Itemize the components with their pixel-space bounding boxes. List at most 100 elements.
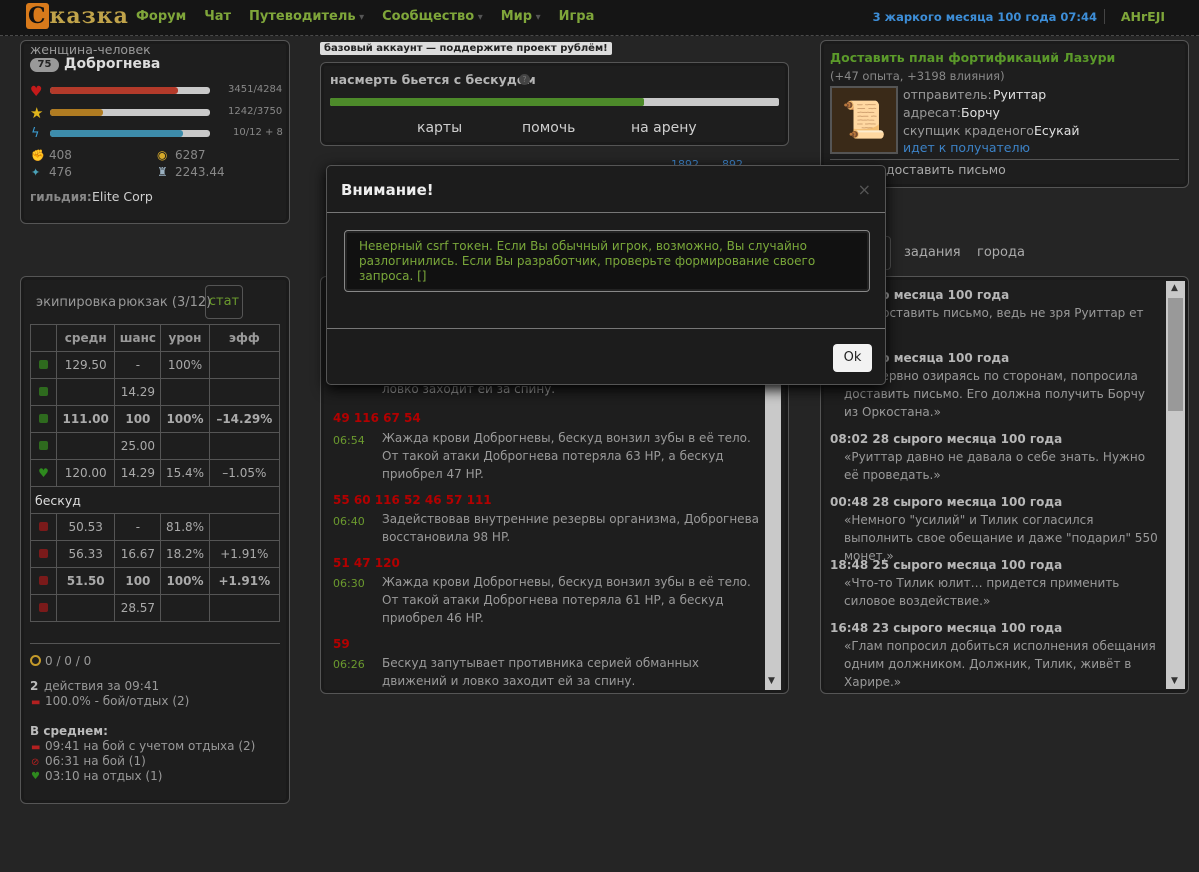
table-row: 56.33 16.67 18.2% +1.91% [30,540,281,568]
magic-power: 476 [49,165,72,179]
guild-name[interactable]: Elite Corp [92,189,153,204]
scroll-icon: 📜 [830,86,898,154]
avg-icon: ♥ [31,771,40,782]
might-value: 2243.44 [175,165,225,179]
donate-banner[interactable]: базовый аккаунт — поддержите проект рубл… [320,42,612,55]
table-row: 28.57 [30,594,281,622]
energy-value: 10/12 + 8 [233,127,283,138]
diary-entry: 18:48 25 сырого месяца 100 года «Что-то … [830,556,1160,610]
top-bar: Сказка Форум Чат Путеводитель Сообщество… [0,0,1199,36]
user-menu[interactable]: AHrEJI [1103,9,1165,24]
ability-icon [39,441,48,450]
error-message: Неверный csrf токен. Если Вы обычный игр… [344,230,870,292]
diary-date: 00:48 28 сырого месяца 100 года [830,495,1063,509]
modal-divider [327,328,885,329]
table-row: 25.00 [30,432,281,460]
money-value: 6287 [175,148,206,162]
diary-date: 18:48 25 сырого месяца 100 года [830,558,1063,572]
hero-race: женщина-человек [30,42,151,57]
battle-progress [330,98,779,106]
guild-label: гильдия: [30,190,92,204]
diary-entry: 00:48 28 сырого месяца 100 года «Немного… [830,493,1160,565]
quest-reward: (+47 опыта, +3198 влияния) [830,69,1005,83]
coins-icon: ◉ [157,148,168,162]
fist-icon: ✊ [31,149,45,162]
quest-divider [830,159,1179,160]
nav-community[interactable]: Сообщество [382,9,483,24]
col-damage: урон [160,324,210,352]
table-row: 129.50-100% [30,351,281,379]
diary-text: «Глам попросил добиться исполнения обеща… [844,639,1156,689]
quest-title[interactable]: Доставить план фортификаций Лазури [830,50,1115,65]
help-icon[interactable]: ? [519,74,530,85]
game-logo[interactable]: Сказка [26,3,129,29]
hero-name[interactable]: Доброгнева [64,56,160,72]
cards-button[interactable]: карты [417,120,462,136]
average-fight: 06:31 на бой (1) [45,754,146,768]
diary-entry: 08:02 28 сырого месяца 100 года «Руиттар… [830,430,1160,484]
nav-world[interactable]: Мир [501,9,541,24]
average-label: В среднем: [30,724,108,738]
scroll-up-icon[interactable]: ▲ [1171,283,1178,293]
actions-summary: действия за 09:41 [44,679,160,693]
log-scrollbar[interactable] [765,385,781,690]
log-time: 06:30 [333,577,365,590]
tab-cities[interactable]: города [977,245,1025,260]
diary-date: 08:02 28 сырого месяца 100 года [830,432,1063,446]
buyer-label: скупщик краденого: [903,123,1039,138]
diary-scroll-thumb[interactable] [1168,298,1183,411]
modal-title: Внимание! [327,166,885,213]
might-icon: ♜ [157,165,168,179]
main-nav: Форум Чат Путеводитель Сообщество Мир Иг… [136,9,594,24]
ability-icon [39,360,48,369]
health-value: 3451/4284 [228,84,283,95]
ok-button[interactable]: Ok [833,344,872,372]
tab-stats[interactable]: стат [205,285,243,319]
ability-icon [39,549,48,558]
ability-icon [39,522,48,531]
nav-chat[interactable]: Чат [204,9,231,24]
log-entry: 55 60 116 52 46 57 111 06:40 Задействова… [333,493,763,544]
stats-table: средн шанс урон эфф 129.50-100% 14.29 11… [30,324,281,622]
diary-entry: 16:48 23 сырого месяца 100 года «Глам по… [830,619,1160,691]
close-icon[interactable]: × [858,180,871,199]
tab-backpack[interactable]: рюкзак (3/12) [118,295,211,310]
ability-icon [39,576,48,585]
help-button[interactable]: помочь [522,120,575,136]
table-row: 111.00 100 100% –14.29% [30,405,281,433]
log-time: 06:40 [333,515,365,528]
table-row: 51.50 100 100% +1.91% [30,567,281,595]
col-efficiency: эфф [208,324,281,352]
nav-guide[interactable]: Путеводитель [249,9,364,24]
arena-button[interactable]: на арену [631,120,697,136]
deliver-letter-action[interactable]: доставить письмо [886,162,1006,177]
battle-title: насмерть бьется с бескудом [330,72,536,87]
col-average: средн [55,324,116,352]
ability-icon [39,387,48,396]
tab-equipment[interactable]: экипировка [36,295,116,310]
wand-icon: ✦ [31,166,41,179]
quest-status: идет к получателю [903,140,1030,155]
hero-level-badge: 75 [30,58,59,72]
scroll-down-icon[interactable]: ▼ [1171,676,1178,686]
alert-modal: Внимание! × Неверный csrf токен. Если Вы… [326,165,886,385]
nav-game[interactable]: Игра [559,9,595,24]
log-damage-numbers: 51 47 120 [333,556,400,570]
diary-text: «Что-то Тилик юлит… придется применить с… [844,576,1120,608]
log-time: 06:26 [333,658,365,671]
tab-tasks[interactable]: задания [904,245,961,260]
enemy-name: бескуд [30,486,280,514]
nav-forum[interactable]: Форум [136,9,186,24]
ability-icon [39,603,48,612]
stats-divider [30,643,280,644]
addressee-name[interactable]: Борчу [961,105,1000,120]
buyer-name[interactable]: Есукай [1034,123,1080,138]
star-icon: ★ [30,104,44,122]
sender-name[interactable]: Руиттар [993,87,1046,102]
col-chance: шанс [114,324,162,352]
heart-icon: ♥ [38,466,49,480]
game-date: 3 жаркого месяца 100 года 07:44 [872,10,1097,24]
diary-text: «Руиттар давно не давала о себе знать. Н… [844,450,1146,482]
log-damage-numbers: 49 116 67 54 [333,411,421,425]
scroll-down-icon[interactable]: ▼ [768,676,775,686]
